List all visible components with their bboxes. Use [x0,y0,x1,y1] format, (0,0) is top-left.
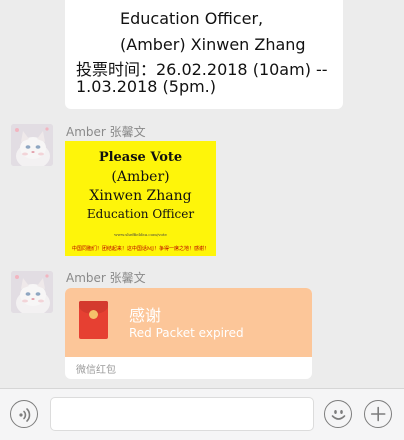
poster-headline: Please Vote [98,150,183,165]
red-packet-card[interactable]: 感谢 Red Packet expired 微信红包 [65,288,312,379]
poster-text: (Amber) [111,169,170,185]
message-text-line: (Amber) Xinwen Zhang [120,35,306,54]
poster-url: www.sheffieldsu.com/vote [114,232,167,237]
poster-image[interactable]: Please Vote (Amber) Xinwen Zhang Educati… [65,141,216,256]
red-envelope-icon [79,301,108,339]
poster-footer: 中国同胞们！团结起来！这中国话MJ！争得一席之地！感谢！ [71,246,210,252]
poster-text: Education Officer [86,207,195,221]
cat-avatar-image [11,124,53,166]
chat-area: Education Officer, (Amber) Xinwen Zhang … [0,0,404,388]
emoji-button[interactable] [324,400,352,428]
message-bubble-text[interactable]: Education Officer, (Amber) Xinwen Zhang … [65,0,343,109]
poster-text: Xinwen Zhang [89,188,192,204]
avatar[interactable] [11,124,53,166]
sender-name: Amber 张馨文 [66,125,146,139]
emoji-icon [331,410,346,420]
voice-button[interactable] [10,400,38,428]
input-bar [0,388,404,440]
message-input[interactable] [50,397,314,431]
sender-name: Amber 张馨文 [66,271,146,285]
message-text-line: Education Officer, [120,9,264,28]
red-packet-status: Red Packet expired [129,326,244,340]
red-packet-title: 感谢 [129,306,162,325]
more-button[interactable] [364,400,392,428]
avatar[interactable] [11,271,53,313]
red-packet-header: 感谢 Red Packet expired [65,288,312,357]
red-packet-footer: 微信红包 [76,365,116,376]
plus-icon [370,406,386,422]
message-text-line: 1.03.2018 (5pm.) [76,77,217,96]
cat-avatar-image [11,271,53,313]
voice-icon [19,408,31,422]
